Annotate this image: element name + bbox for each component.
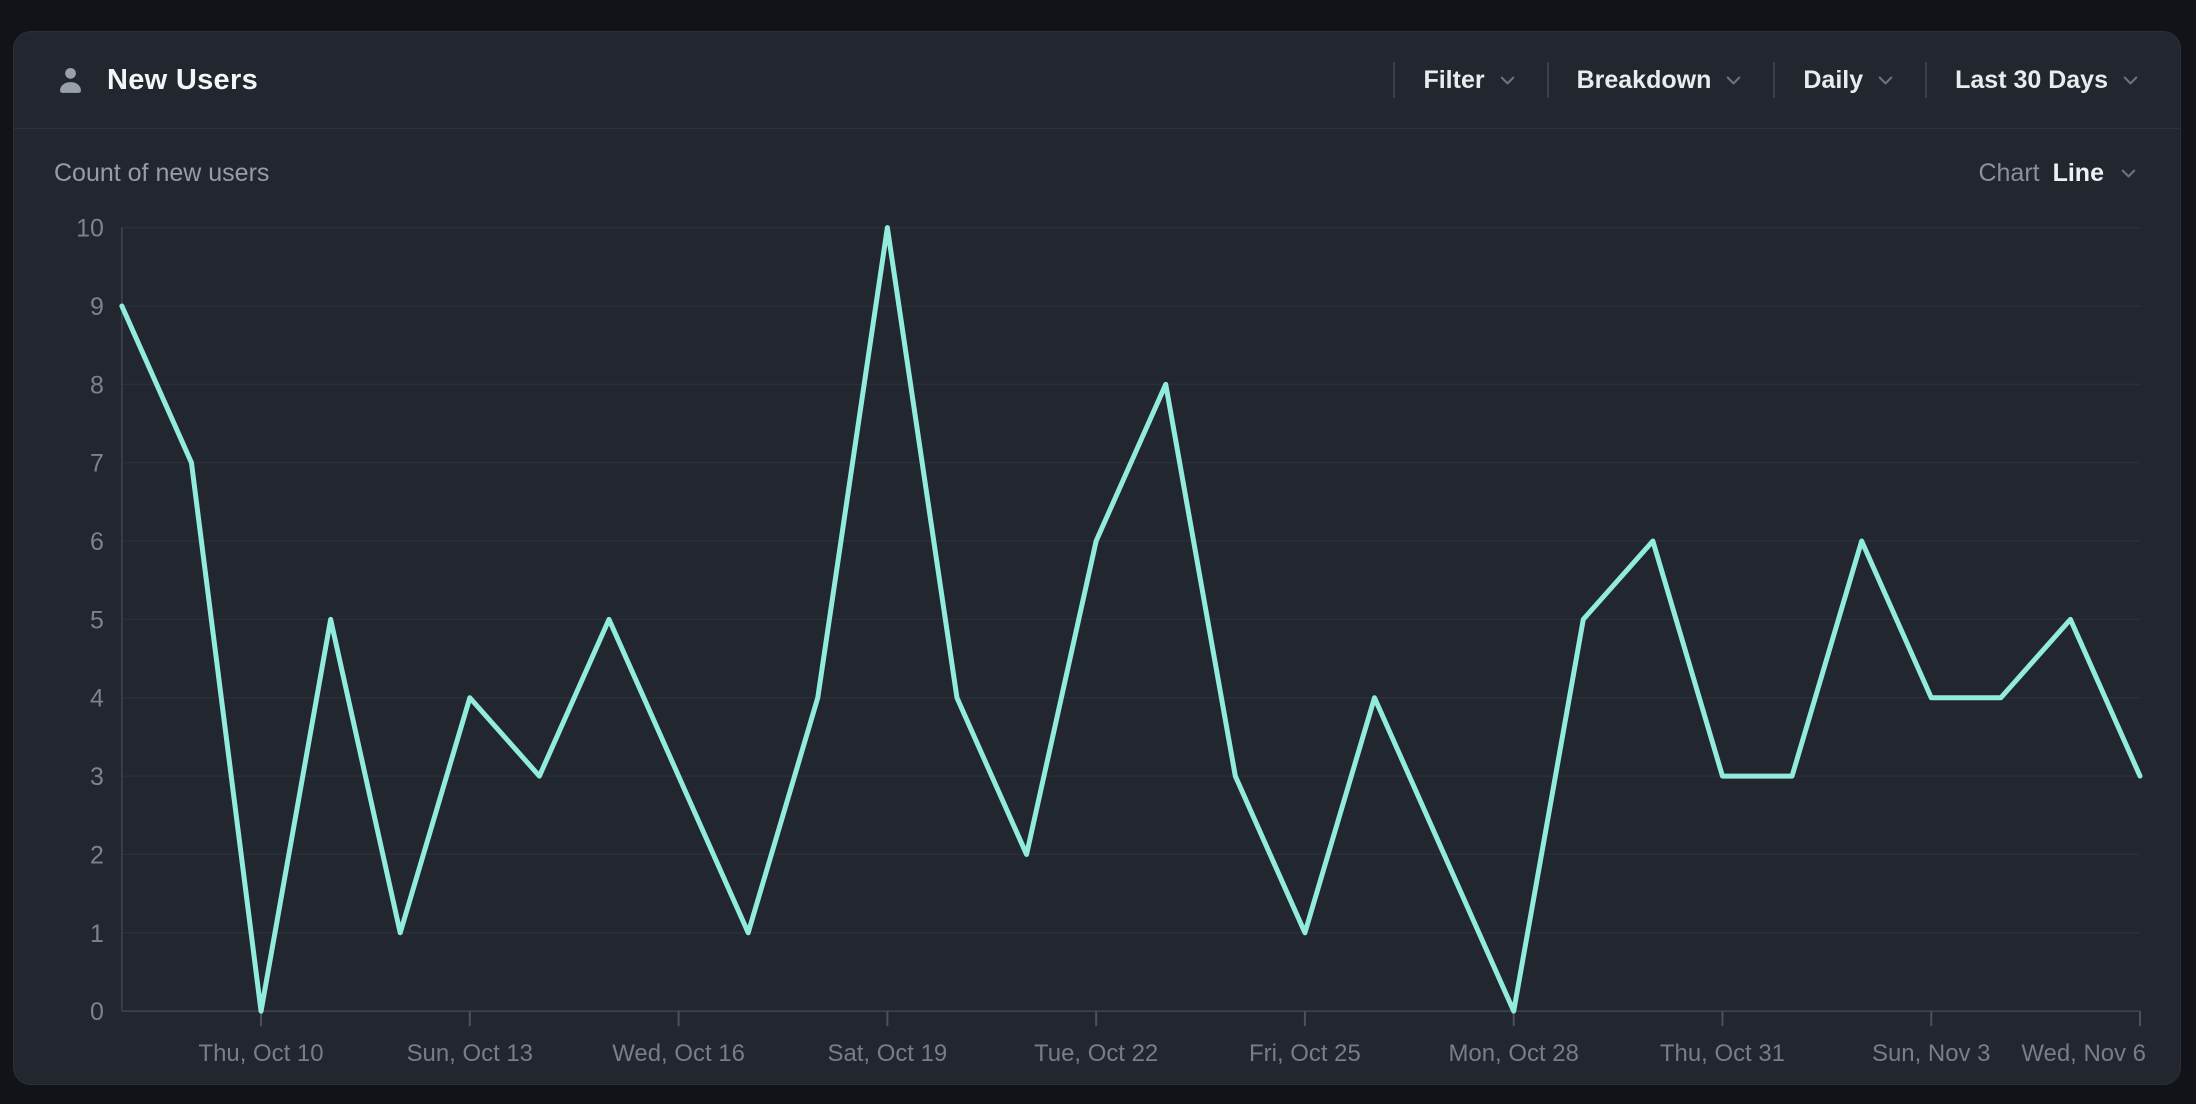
filter-label: Filter [1423,66,1484,95]
card-title: New Users [107,64,258,97]
date-range-label: Last 30 Days [1955,66,2108,95]
card-header: New Users Filter Breakdown Daily [14,32,2180,129]
breakdown-dropdown[interactable]: Breakdown [1549,66,1774,95]
svg-text:6: 6 [90,528,104,556]
svg-text:Wed, Oct 16: Wed, Oct 16 [612,1040,745,1067]
chart-type-selector[interactable]: Chart Line [1978,159,2140,188]
x-axis-ticks [261,1011,2140,1026]
svg-text:Wed, Nov 6: Wed, Nov 6 [2021,1040,2146,1067]
page: New Users Filter Breakdown Daily [0,0,2196,1104]
person-icon [54,64,87,97]
svg-text:5: 5 [90,606,104,634]
svg-text:Tue, Oct 22: Tue, Oct 22 [1034,1040,1158,1067]
chevron-down-icon [2119,69,2142,92]
svg-text:Sat, Oct 19: Sat, Oct 19 [827,1040,947,1067]
granularity-label: Daily [1803,66,1863,95]
granularity-dropdown[interactable]: Daily [1775,66,1925,95]
svg-text:9: 9 [90,293,104,321]
filter-dropdown[interactable]: Filter [1395,66,1546,95]
svg-text:0: 0 [90,998,104,1026]
card-title-group: New Users [54,64,258,97]
svg-text:Sun, Nov 3: Sun, Nov 3 [1872,1040,1990,1067]
svg-text:1: 1 [90,920,104,948]
x-axis-labels: Thu, Oct 10 Sun, Oct 13 Wed, Oct 16 Sat, Oc… [198,1040,2146,1067]
chevron-down-icon [1496,69,1519,92]
svg-text:2: 2 [90,841,104,869]
chevron-down-icon [1722,69,1745,92]
svg-text:4: 4 [90,685,104,713]
chart-type-label: Chart [1978,159,2039,188]
new-users-card: New Users Filter Breakdown Daily [13,31,2181,1085]
svg-text:8: 8 [90,371,104,399]
metric-label: Count of new users [54,159,269,188]
svg-text:Thu, Oct 31: Thu, Oct 31 [1660,1040,1785,1067]
breakdown-label: Breakdown [1577,66,1712,95]
chart-toolbar: Count of new users Chart Line [14,129,2180,217]
chevron-down-icon [2117,162,2140,185]
svg-text:Sun, Oct 13: Sun, Oct 13 [407,1040,533,1067]
svg-text:7: 7 [90,450,104,478]
chevron-down-icon [1874,69,1897,92]
svg-text:Fri, Oct 25: Fri, Oct 25 [1249,1040,1361,1067]
chart-type-value: Line [2053,159,2104,188]
svg-text:Mon, Oct 28: Mon, Oct 28 [1448,1040,1578,1067]
date-range-dropdown[interactable]: Last 30 Days [1927,66,2142,95]
header-controls: Filter Breakdown Daily Last 30 Days [1393,32,2142,128]
y-axis-labels: 0 1 2 3 4 5 6 7 8 9 10 [76,215,104,1027]
svg-text:10: 10 [76,215,104,243]
svg-text:Thu, Oct 10: Thu, Oct 10 [198,1040,323,1067]
svg-text:3: 3 [90,763,104,791]
